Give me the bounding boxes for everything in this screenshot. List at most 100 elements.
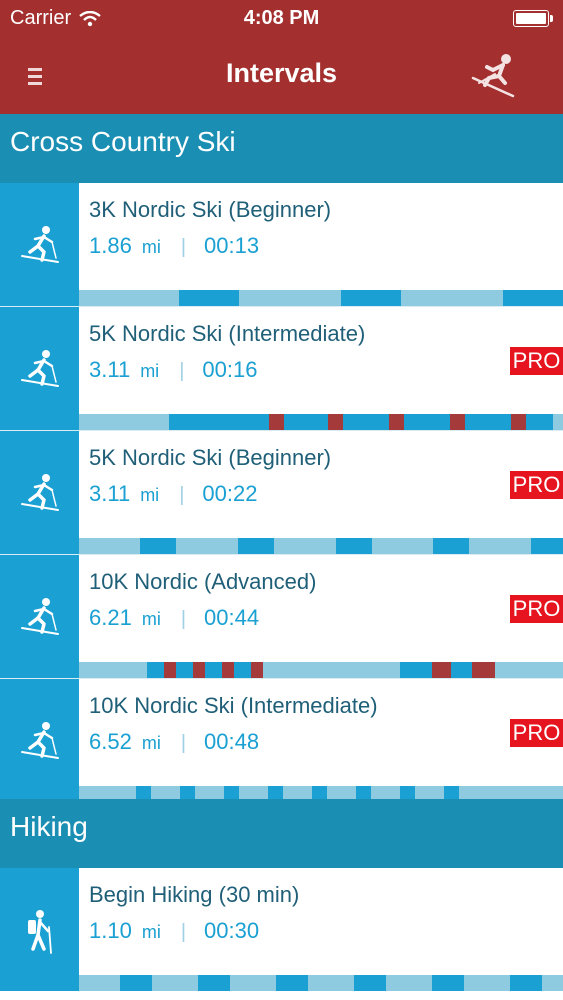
cross-country-ski-icon [21,598,59,635]
stat-separator: | [180,236,187,258]
interval-segment-hard [269,414,284,430]
interval-segment-fast [198,975,230,991]
stat-separator: | [179,484,185,506]
distance-unit: mi [140,361,160,381]
section-header: Hiking [0,799,563,868]
interval-segment-fast [169,414,269,430]
interval-segment-fast [432,975,464,991]
workout-title: 10K Nordic (Advanced) [89,569,317,594]
app-screen: Carrier 4:08 PM Intervals Cross Country … [0,0,563,1000]
workout-title: 3K Nordic Ski (Beginner) [89,197,332,222]
cross-country-ski-icon [21,474,59,511]
interval-segment-fast [140,538,176,554]
workout-stats: 3.11 mi | 00:16 [89,357,257,383]
interval-segment-hard [472,662,495,678]
stat-separator: | [180,921,187,943]
workout-stats: 6.21 mi | 00:44 [89,605,259,631]
interval-segment-fast [433,538,469,554]
row-icon-tile [0,868,79,991]
stat-separator: | [180,732,187,754]
interval-segment-fast [238,538,274,554]
workout-distance: 1.86 [89,233,132,258]
interval-segment-fast [176,662,193,678]
workout-stats: 3.11 mi | 00:22 [89,481,257,507]
interval-segment-fast [503,290,563,306]
workout-distance: 3.11 [89,481,131,506]
workout-title: 5K Nordic Ski (Beginner) [89,445,332,470]
interval-segment-fast [400,662,432,678]
interval-segment-fast [354,975,386,991]
interval-segment-fast [465,414,511,430]
workout-duration: 00:22 [202,481,258,506]
interval-segment-fast [451,662,473,678]
cross-country-ski-icon [21,350,59,387]
workout-distance: 6.52 [89,729,132,754]
pro-badge: PRO [510,719,563,747]
distance-unit: mi [141,237,161,257]
interval-segment-hard [251,662,263,678]
workout-stats: 1.86 mi | 00:13 [89,233,259,259]
interval-segment-fast [147,662,164,678]
interval-segment-fast [205,662,222,678]
interval-segment-hard [164,662,176,678]
interval-segment-hard [193,662,205,678]
distance-unit: mi [141,733,161,753]
interval-segment-hard [389,414,404,430]
interval-segment-fast [341,290,401,306]
interval-segment-fast [343,414,389,430]
row-icon-tile [0,307,79,430]
interval-segment-fast [234,662,251,678]
cross-country-ski-icon [21,722,59,759]
workout-row[interactable]: Begin Hiking (30 min) 1.10 mi | 00:30 [0,868,563,991]
pro-badge: PRO [510,595,563,623]
status-time: 4:08 PM [243,7,320,29]
hiking-icon [28,910,52,954]
distance-unit: mi [141,922,161,942]
workout-distance: 3.11 [89,357,131,382]
workout-distance: 6.21 [89,605,132,630]
row-icon-tile [0,183,79,306]
interval-segment-fast [510,975,542,991]
cross-country-ski-icon [21,226,59,263]
interval-bar [79,290,563,306]
interval-bar [79,538,563,554]
workout-stats: 1.10 mi | 00:30 [89,918,259,944]
workout-row[interactable]: 5K Nordic Ski (Beginner) 3.11 mi | 00:22… [0,431,563,554]
interval-segment-hard [511,414,526,430]
interval-bar [79,975,563,991]
interval-segment-fast [276,975,308,991]
interval-segment-hard [328,414,343,430]
workout-row[interactable]: 3K Nordic Ski (Beginner) 1.86 mi | 00:13 [0,183,563,306]
workout-row[interactable]: 10K Nordic (Advanced) 6.21 mi | 00:44 PR… [0,555,563,678]
row-icon-tile [0,431,79,554]
workout-duration: 00:48 [204,729,260,754]
workout-duration: 00:16 [202,357,258,382]
status-bar: Carrier 4:08 PM [0,0,563,38]
interval-bar [79,662,563,678]
workout-row[interactable]: 5K Nordic Ski (Intermediate) 3.11 mi | 0… [0,307,563,430]
workout-stats: 6.52 mi | 00:48 [89,729,259,755]
distance-unit: mi [140,485,160,505]
interval-segment-fast [336,538,372,554]
skier-icon [471,54,515,98]
skier-button[interactable] [469,50,519,98]
workout-title: 5K Nordic Ski (Intermediate) [89,321,366,346]
workout-title: 10K Nordic Ski (Intermediate) [89,693,378,718]
interval-segment-fast [179,290,239,306]
interval-segment-fast [404,414,450,430]
interval-segment-hard [222,662,234,678]
row-icon-tile [0,555,79,678]
menu-button[interactable] [18,60,52,94]
stat-separator: | [179,360,185,382]
interval-segment-fast [531,538,563,554]
pro-badge: PRO [510,471,563,499]
nav-bar: Intervals [0,38,563,114]
workout-distance: 1.10 [89,918,132,943]
row-icon-tile [0,679,79,802]
stat-separator: | [180,608,187,630]
workout-duration: 00:13 [204,233,260,258]
workout-row[interactable]: 10K Nordic Ski (Intermediate) 6.52 mi | … [0,679,563,802]
section-header: Cross Country Ski [0,114,563,183]
interval-segment-fast [120,975,152,991]
interval-segment-fast [284,414,328,430]
